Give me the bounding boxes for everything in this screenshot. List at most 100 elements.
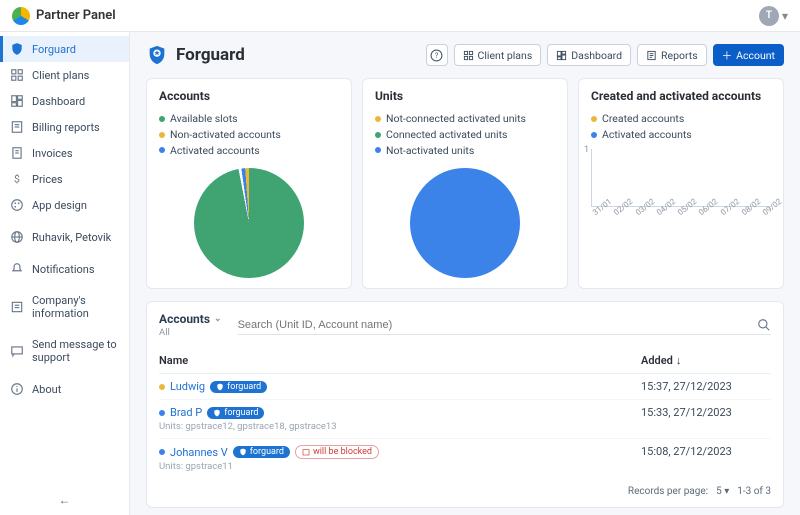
sidebar-item-about[interactable]: About (0, 376, 129, 402)
sidebar-item-app-design[interactable]: App design (0, 192, 129, 218)
collapse-sidebar-icon[interactable]: ← (59, 493, 71, 507)
reports-button[interactable]: Reports (637, 44, 707, 66)
units-pie-chart (410, 168, 520, 278)
topbar: Partner Panel T ▾ (0, 0, 800, 32)
grid-icon (463, 50, 474, 61)
add-account-button[interactable]: ＋Account (713, 44, 784, 66)
status-dot (159, 384, 165, 390)
shield-icon (10, 42, 24, 56)
dashboard-icon (556, 50, 567, 61)
user-menu[interactable]: T ▾ (759, 6, 788, 26)
page-range: 1-3 of 3 (737, 486, 771, 497)
column-added-header[interactable]: Added↓ (641, 354, 771, 367)
svg-text:?: ? (435, 51, 439, 60)
sidebar-item-billing-reports[interactable]: Billing reports (0, 114, 129, 140)
row-units: Units: gpstrace11 (159, 461, 641, 472)
sidebar-item-dashboard[interactable]: Dashboard (0, 88, 129, 114)
added-timestamp: 15:33, 27/12/2023 (641, 406, 771, 432)
sidebar-item-label: Ruhavik, Petovik (32, 231, 111, 244)
legend-item: Not-activated units (375, 143, 555, 159)
sidebar-item-label: About (32, 383, 61, 396)
report-icon (10, 120, 24, 134)
main-content: Forguard ? Client plans Dashboard Report… (130, 32, 800, 515)
table-row[interactable]: Brad P forguard Units: gpstrace12, gpstrac… (159, 400, 771, 439)
chevron-down-icon: ⌄ (214, 314, 222, 324)
sidebar-item-label: Client plans (32, 69, 89, 82)
sidebar-item-label: Notifications (32, 263, 95, 276)
sidebar: Forguard Client plans Dashboard Billing rep… (0, 32, 130, 515)
search-icon (757, 318, 771, 332)
column-name-header[interactable]: Name (159, 354, 641, 367)
page-title: Forguard (176, 45, 245, 65)
about-icon (10, 382, 24, 396)
units-card: Units Not-connected activated unitsConne… (362, 78, 568, 289)
sidebar-item-notifications[interactable]: Notifications (0, 256, 129, 282)
legend-item: Available slots (159, 111, 339, 127)
accounts-pie-chart (194, 168, 304, 278)
table-title[interactable]: Accounts ⌄ (159, 312, 222, 326)
account-name-link[interactable]: Johannes V (170, 446, 228, 459)
account-name-link[interactable]: Ludwig (170, 380, 205, 393)
legend-item: Not-connected activated units (375, 111, 555, 127)
rows-per-page-select[interactable]: 5 ▾ (716, 486, 729, 497)
dashboard-button[interactable]: Dashboard (547, 44, 631, 66)
avatar: T (759, 6, 779, 26)
search-input[interactable] (238, 319, 757, 331)
sidebar-item-ruhavik-petovik[interactable]: Ruhavik, Petovik (0, 224, 129, 250)
grid-icon (10, 68, 24, 82)
chevron-down-icon: ▾ (782, 9, 788, 23)
sidebar-item-client-plans[interactable]: Client plans (0, 62, 129, 88)
search-field[interactable] (238, 316, 771, 335)
app-name: Partner Panel (36, 8, 116, 23)
legend-item: Created accounts (591, 111, 771, 127)
card-title: Accounts (159, 89, 339, 103)
globe-icon (10, 230, 24, 244)
sidebar-item-label: Send message to support (32, 338, 119, 364)
created-accounts-card: Created and activated accounts Created a… (578, 78, 784, 289)
table-row[interactable]: Ludwig forguard 15:37, 27/12/2023 (159, 374, 771, 400)
shield-icon (213, 409, 221, 417)
palette-icon (10, 198, 24, 212)
help-button[interactable]: ? (426, 44, 448, 66)
invoice-icon (10, 146, 24, 160)
sidebar-item-prices[interactable]: $Prices (0, 166, 129, 192)
sort-down-icon: ↓ (676, 354, 682, 367)
sidebar-item-forguard[interactable]: Forguard (0, 36, 129, 62)
sidebar-item-label: Invoices (32, 147, 73, 160)
sidebar-item-label: App design (32, 199, 87, 212)
bell-icon (10, 262, 24, 276)
shield-icon (216, 383, 224, 391)
legend-item: Non-activated accounts (159, 127, 339, 143)
sidebar-item-send-message-to-support[interactable]: Send message to support (0, 332, 129, 370)
sidebar-item-label: Company's information (32, 294, 119, 320)
sidebar-item-label: Forguard (32, 43, 76, 56)
legend-item: Activated accounts (591, 127, 771, 143)
legend-item: Connected activated units (375, 127, 555, 143)
row-units: Units: gpstrace12, gpstrace18, gpstrace1… (159, 421, 641, 432)
sidebar-item-invoices[interactable]: Invoices (0, 140, 129, 166)
status-dot (159, 410, 165, 416)
sidebar-item-company-s-information[interactable]: Company's information (0, 288, 129, 326)
brand-logo-icon (12, 7, 30, 25)
brand: Partner Panel (12, 7, 116, 25)
legend-item: Activated accounts (159, 143, 339, 159)
card-title: Units (375, 89, 555, 103)
calendar-x-icon (302, 448, 310, 456)
sidebar-item-label: Billing reports (32, 121, 100, 134)
account-name-link[interactable]: Brad P (170, 406, 202, 419)
added-timestamp: 15:08, 27/12/2023 (641, 445, 771, 472)
created-line-chart: 1 (591, 149, 771, 207)
app-badge: forguard (207, 407, 264, 419)
app-badge: forguard (233, 446, 290, 458)
dashboard-icon (10, 94, 24, 108)
pager: Records per page: 5 ▾ 1-3 of 3 (159, 478, 771, 497)
sidebar-item-label: Prices (32, 173, 63, 186)
rows-per-page-label: Records per page: (628, 486, 708, 497)
report-icon (646, 50, 657, 61)
client-plans-button[interactable]: Client plans (454, 44, 542, 66)
added-timestamp: 15:37, 27/12/2023 (641, 380, 771, 393)
table-subtitle: All (159, 327, 222, 338)
app-badge: forguard (210, 381, 267, 393)
chevron-down-icon: ▾ (724, 486, 729, 497)
table-row[interactable]: Johannes Vforguardwill be blockedUnits: … (159, 439, 771, 478)
